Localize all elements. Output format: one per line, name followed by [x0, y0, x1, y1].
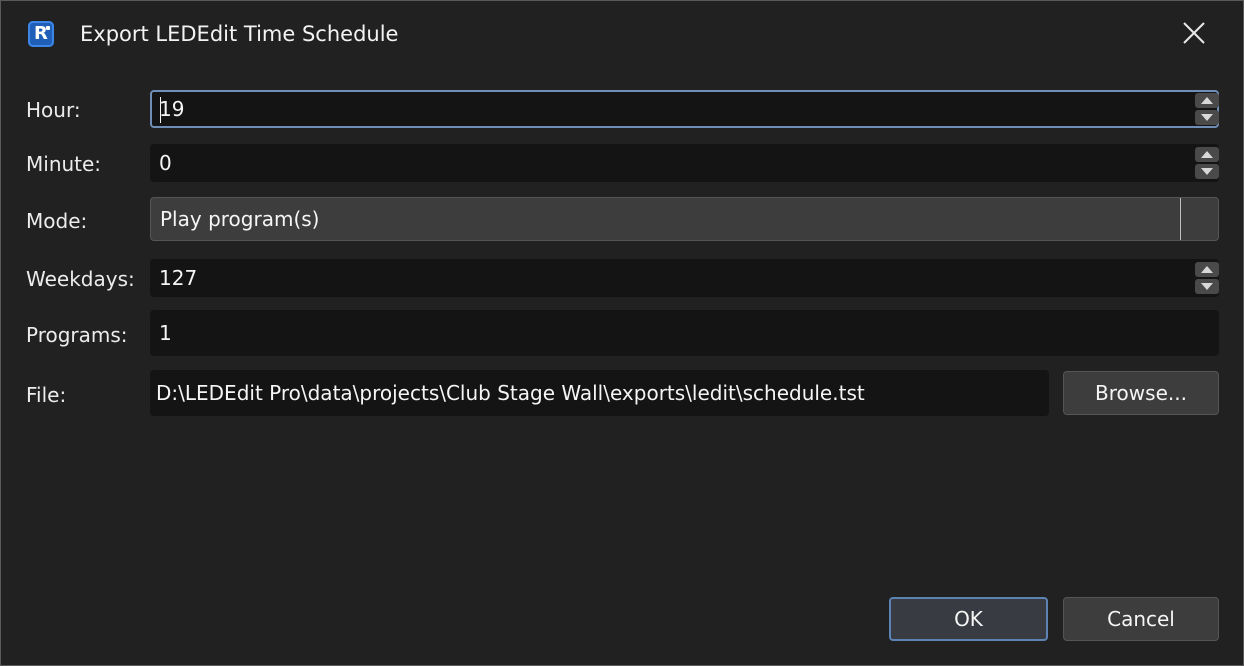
- hour-label: Hour:: [26, 98, 81, 122]
- mode-dropdown[interactable]: Play program(s): [150, 197, 1219, 241]
- close-icon: [1183, 22, 1205, 44]
- close-button[interactable]: [1171, 13, 1217, 53]
- hour-value: 19: [159, 97, 185, 121]
- window-title: Export LEDEdit Time Schedule: [80, 22, 399, 46]
- export-schedule-dialog: R Export LEDEdit Time Schedule Hour: 19 …: [0, 0, 1244, 666]
- minute-decrement-button[interactable]: [1195, 164, 1219, 179]
- hour-increment-button[interactable]: [1195, 93, 1219, 108]
- browse-button[interactable]: Browse...: [1063, 371, 1219, 415]
- minute-label: Minute:: [26, 152, 102, 176]
- weekdays-value: 127: [159, 266, 198, 290]
- weekdays-spinbox[interactable]: 127: [150, 259, 1219, 297]
- minute-increment-button[interactable]: [1195, 147, 1219, 162]
- app-icon-dot: [46, 26, 50, 30]
- title-bar: R Export LEDEdit Time Schedule: [1, 1, 1243, 67]
- weekdays-increment-button[interactable]: [1195, 262, 1219, 277]
- cancel-button[interactable]: Cancel: [1063, 597, 1219, 641]
- weekdays-label: Weekdays:: [26, 267, 135, 291]
- hour-spinbox[interactable]: 19: [150, 90, 1219, 128]
- weekdays-spinner: [1195, 262, 1219, 294]
- minute-spinbox[interactable]: 0: [150, 144, 1219, 182]
- file-path-input[interactable]: D:\LEDEdit Pro\data\projects\Club Stage …: [150, 370, 1049, 416]
- minute-spinner: [1195, 147, 1219, 179]
- hour-decrement-button[interactable]: [1195, 110, 1219, 125]
- dropdown-separator: [1180, 198, 1181, 240]
- programs-input[interactable]: 1: [150, 310, 1219, 356]
- app-icon: R: [28, 21, 54, 47]
- mode-selected-value: Play program(s): [160, 207, 320, 231]
- programs-value: 1: [159, 321, 172, 345]
- file-label: File:: [26, 383, 67, 407]
- mode-label: Mode:: [26, 209, 88, 233]
- ok-button[interactable]: OK: [889, 597, 1048, 641]
- hour-spinner: [1195, 93, 1219, 125]
- weekdays-decrement-button[interactable]: [1195, 279, 1219, 294]
- minute-value: 0: [159, 151, 172, 175]
- file-path-value: D:\LEDEdit Pro\data\projects\Club Stage …: [156, 381, 865, 405]
- programs-label: Programs:: [26, 323, 128, 347]
